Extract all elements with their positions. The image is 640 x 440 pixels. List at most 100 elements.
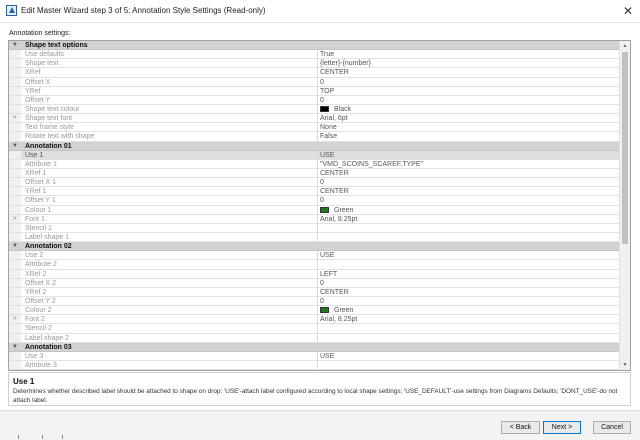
collapse-toggle-icon[interactable]: ▼ [12, 344, 18, 351]
property-row[interactable]: Use 1 USE [9, 150, 620, 160]
column-divider[interactable] [317, 68, 318, 77]
property-row[interactable]: Offset Y 0 [9, 95, 620, 105]
collapse-toggle-icon[interactable]: ▼ [12, 143, 18, 150]
column-divider[interactable] [317, 315, 318, 324]
expand-chevron-icon[interactable]: > [13, 316, 17, 323]
category-header[interactable]: ▼ Annotation 03 [9, 342, 620, 352]
property-value: LEFT [320, 271, 337, 278]
close-button[interactable]: ✕ [620, 3, 636, 19]
property-row[interactable]: Use 2 USE [9, 251, 620, 261]
column-divider[interactable] [317, 324, 318, 333]
collapse-toggle-icon[interactable]: ▼ [12, 42, 18, 49]
next-button[interactable]: Next > [543, 421, 581, 434]
property-row[interactable]: > Font 2 Arial, 8.25pt [9, 315, 620, 325]
property-row[interactable]: Label shape 2 [9, 333, 620, 343]
column-divider[interactable] [317, 86, 318, 95]
property-value: Arial, 8.25pt [320, 216, 357, 223]
column-divider[interactable] [317, 333, 318, 342]
property-row[interactable]: XRef CENTER [9, 68, 620, 78]
column-divider[interactable] [317, 59, 318, 68]
property-row[interactable]: > Shape text font Arial, 6pt [9, 114, 620, 124]
column-divider[interactable] [317, 351, 318, 360]
property-row[interactable]: Offset X 0 [9, 77, 620, 87]
property-value-text: 0 [320, 279, 324, 287]
category-header[interactable]: ▼ Annotation 01 [9, 141, 620, 151]
column-divider[interactable] [317, 251, 318, 260]
property-row[interactable]: Attribute 2 [9, 260, 620, 270]
property-row[interactable]: Label shape 1 [9, 232, 620, 243]
row-gutter [9, 287, 21, 296]
category-header[interactable]: ▼ Shape text options [9, 41, 620, 51]
column-divider[interactable] [317, 50, 318, 59]
cancel-button[interactable]: Cancel [593, 421, 631, 434]
column-divider[interactable] [317, 223, 318, 232]
column-divider[interactable] [317, 104, 318, 114]
property-name: Offset Y 2 [25, 297, 56, 305]
property-row[interactable]: Shape text colour Black [9, 104, 620, 115]
property-row[interactable]: YRef 1 CENTER [9, 187, 620, 197]
property-row[interactable]: XRef 1 CENTER [9, 168, 620, 179]
property-row[interactable]: Stencil 1 [9, 223, 620, 233]
property-row[interactable]: Shape text {letter}-{number} [9, 59, 620, 69]
row-gutter [9, 68, 21, 77]
property-row[interactable]: Offset Y 2 0 [9, 296, 620, 307]
column-divider[interactable] [317, 306, 318, 315]
scrollbar-thumb[interactable] [622, 52, 628, 244]
property-row[interactable]: Offset X 1 0 [9, 178, 620, 188]
property-grid[interactable]: ▼ Shape text options Use defaults True Shape… [8, 40, 631, 371]
property-row[interactable]: Attribute 1 "VMD_SCOINS_SCAREF.TYPE" [9, 159, 620, 169]
color-swatch-icon [320, 307, 329, 314]
property-row[interactable]: Attribute 3 [9, 360, 620, 370]
property-row[interactable]: Text frame style None [9, 123, 620, 133]
row-gutter [9, 196, 21, 205]
row-gutter [9, 168, 21, 178]
category-header[interactable]: ▼ Annotation 02 [9, 242, 620, 252]
property-row[interactable]: YRef TOP [9, 86, 620, 96]
column-divider[interactable] [317, 296, 318, 306]
property-row[interactable]: Rotate text with shape False [9, 132, 620, 142]
column-divider[interactable] [317, 132, 318, 141]
property-row[interactable]: Use 3 USE [9, 351, 620, 361]
column-divider[interactable] [317, 232, 318, 242]
collapse-toggle-icon[interactable]: ▼ [12, 243, 18, 250]
column-divider[interactable] [317, 187, 318, 196]
property-row[interactable]: Colour 2 Green [9, 306, 620, 316]
property-name: Shape text colour [25, 105, 80, 113]
expand-chevron-icon[interactable]: > [13, 115, 17, 122]
column-divider[interactable] [317, 168, 318, 178]
column-divider[interactable] [317, 178, 318, 187]
property-value: 0 [320, 298, 324, 305]
property-name: Use 1 [25, 151, 44, 159]
column-divider[interactable] [317, 196, 318, 205]
property-value-text: Black [334, 105, 352, 113]
row-gutter [9, 187, 21, 196]
scroll-down-arrow-icon[interactable]: ▼ [620, 360, 630, 370]
column-divider[interactable] [317, 159, 318, 168]
column-divider[interactable] [317, 95, 318, 104]
column-divider[interactable] [317, 287, 318, 296]
property-value-text: CENTER [320, 188, 349, 196]
property-row[interactable]: Offset Y 1 0 [9, 196, 620, 206]
column-divider[interactable] [317, 360, 318, 370]
property-row[interactable]: Colour 1 Green [9, 205, 620, 215]
property-row[interactable]: YRef 2 CENTER [9, 287, 620, 297]
column-divider[interactable] [317, 214, 318, 223]
column-divider[interactable] [317, 150, 318, 159]
column-divider[interactable] [317, 205, 318, 214]
property-row[interactable]: XRef 2 LEFT [9, 269, 620, 279]
column-divider[interactable] [317, 260, 318, 269]
property-row[interactable]: Use defaults True [9, 50, 620, 60]
back-button[interactable]: < Back [501, 421, 540, 434]
property-row[interactable]: Stencil 2 [9, 324, 620, 334]
property-name: Text frame style [25, 124, 75, 132]
vertical-scrollbar[interactable]: ▲ ▼ [619, 41, 630, 370]
property-row[interactable]: > Font 1 Arial, 8.25pt [9, 214, 620, 224]
expand-chevron-icon[interactable]: > [13, 216, 17, 223]
scroll-up-arrow-icon[interactable]: ▲ [620, 41, 630, 51]
property-row[interactable]: Offset X 2 0 [9, 278, 620, 288]
column-divider[interactable] [317, 278, 318, 287]
column-divider[interactable] [317, 77, 318, 86]
column-divider[interactable] [317, 269, 318, 278]
column-divider[interactable] [317, 114, 318, 123]
column-divider[interactable] [317, 123, 318, 132]
